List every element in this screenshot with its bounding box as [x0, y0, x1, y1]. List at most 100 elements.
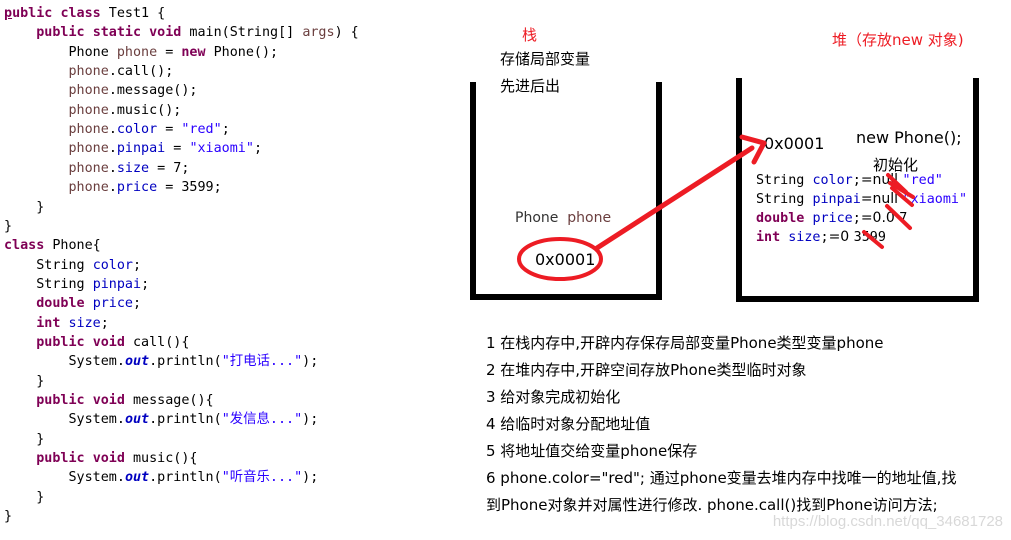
- code-token: );: [302, 470, 319, 486]
- code-line: System.out.println("听音乐...");: [4, 468, 318, 487]
- steps-list: 1 在栈内存中,开辟内存保存局部变量Phone类型变量phone 2 在堆内存中,…: [486, 330, 956, 519]
- code-token: phone: [68, 180, 109, 196]
- heap-new-expr: new Phone();: [856, 128, 962, 147]
- code-token: =: [157, 44, 182, 60]
- code-token: music(){: [124, 451, 198, 467]
- code-token: main(String[]: [181, 25, 303, 41]
- code-line: phone.color = "red";: [4, 120, 230, 139]
- heap-field-color: String color;=null "red": [756, 172, 943, 188]
- heap-field-default: =null: [860, 172, 903, 188]
- code-token: .: [108, 180, 117, 196]
- stack-address: 0x0001: [535, 250, 596, 269]
- code-token: phone: [68, 83, 109, 99]
- code-token: =: [157, 122, 182, 138]
- code-token: .: [108, 141, 117, 157]
- code-token: public: [36, 25, 85, 41]
- code-token: .println(: [149, 354, 222, 370]
- code-line: phone.call();: [4, 62, 174, 81]
- code-line: System.out.println("打电话...");: [4, 352, 318, 371]
- heap-field-price: double price;=0.0 7: [756, 210, 907, 226]
- heap-box: [736, 78, 979, 302]
- code-token: int: [36, 315, 61, 331]
- code-line: String pinpai;: [4, 275, 149, 294]
- code-token: = 3599;: [157, 180, 222, 196]
- code-token: message(){: [124, 393, 214, 408]
- heap-field-part: size: [788, 230, 821, 245]
- heap-field-pinpai: String pinpai=null "xiaomi": [756, 191, 967, 207]
- code-line: phone.message();: [4, 81, 198, 100]
- step-item: 1 在栈内存中,开辟内存保存局部变量Phone类型变量phone: [486, 334, 884, 352]
- code-token: out: [124, 470, 150, 486]
- code-line: int size;: [4, 314, 109, 333]
- stack-desc-local-vars: 存储局部变量: [500, 50, 591, 68]
- code-token: public: [36, 393, 85, 408]
- code-token: Phone: [4, 44, 117, 60]
- code-token: ;: [253, 141, 262, 157]
- code-token: );: [302, 412, 319, 428]
- code-token: }: [4, 373, 45, 389]
- code-token: "发信息...": [221, 412, 303, 428]
- heap-field-default: =0: [828, 229, 854, 245]
- heap-field-part: int: [756, 230, 789, 245]
- code-token: "听音乐...": [221, 470, 303, 486]
- code-token: =: [165, 141, 190, 157]
- code-token: .music();: [108, 102, 182, 118]
- heap-field-value: 7: [899, 211, 908, 226]
- code-line: }: [4, 198, 44, 217]
- code-token: "xiaomi": [189, 141, 254, 157]
- step-item: 3 给对象完成初始化: [486, 388, 621, 406]
- heap-address: 0x0001: [764, 134, 825, 153]
- stack-var-type: Phone: [515, 210, 559, 226]
- code-token: void: [92, 451, 125, 467]
- stack-title: 栈: [522, 26, 538, 44]
- code-token: );: [302, 354, 319, 370]
- code-token: .println(: [149, 412, 222, 428]
- code-token: .: [108, 122, 117, 138]
- code-token: "red": [181, 122, 222, 138]
- code-token: color: [92, 257, 133, 273]
- code-line: }: [4, 217, 12, 236]
- code-token: System.: [4, 354, 125, 370]
- code-line: phone.music();: [4, 101, 182, 120]
- code-token: System.: [4, 412, 125, 428]
- code-token: }: [4, 509, 13, 525]
- code-line: public void music(){: [4, 449, 198, 468]
- code-token: phone: [68, 160, 109, 176]
- code-line: Phone phone = new Phone();: [4, 43, 278, 62]
- heap-field-size: int size;=0 3599: [756, 229, 886, 245]
- code-token: ;: [100, 315, 109, 331]
- code-token: double: [36, 296, 85, 312]
- code-line: }: [4, 507, 12, 526]
- code-line: }: [4, 372, 44, 391]
- heap-field-part: pinpai: [812, 192, 861, 207]
- heap-field-value: 3599: [853, 230, 886, 245]
- step-item: 4 给临时对象分配地址值: [486, 415, 651, 433]
- code-token: ;: [133, 257, 142, 273]
- code-token: void: [92, 393, 125, 408]
- heap-field-default: =null: [860, 191, 903, 207]
- code-token: .println(: [149, 470, 222, 486]
- code-line: phone.price = 3599;: [4, 178, 222, 197]
- code-token: phone: [68, 122, 109, 138]
- code-token: .message();: [108, 83, 198, 99]
- code-token: .: [108, 160, 117, 176]
- code-token: out: [124, 354, 150, 370]
- code-line: public class Test1 {: [4, 4, 165, 23]
- heap-field-part: String: [756, 192, 813, 207]
- code-token: phone: [116, 44, 158, 60]
- code-token: void: [149, 25, 182, 41]
- code-token: phone: [68, 141, 109, 157]
- code-token: class: [60, 6, 101, 21]
- code-token: public: [4, 6, 53, 21]
- heap-field-value: "red": [902, 173, 943, 188]
- heap-field-part: color: [812, 173, 853, 188]
